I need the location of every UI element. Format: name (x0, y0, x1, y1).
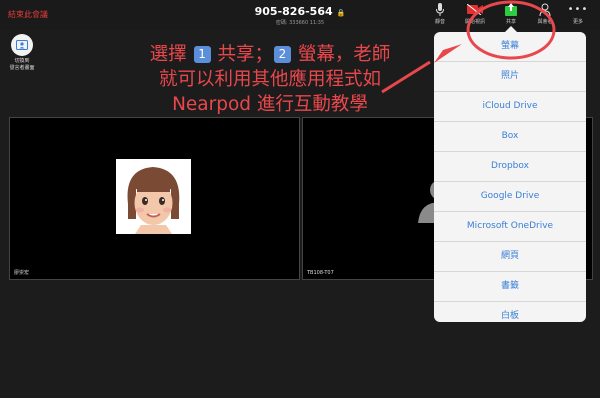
share-menu-item-webpage[interactable]: 網頁 (434, 242, 586, 272)
share-menu-item-onedrive[interactable]: Microsoft OneDrive (434, 212, 586, 242)
more-label: 更多 (572, 19, 583, 25)
memoji-avatar-icon (116, 159, 191, 234)
annotation-line-1: 選擇 1 共享； 2 螢幕，老師 (120, 42, 420, 67)
participants-icon (532, 3, 558, 17)
video-icon (462, 3, 488, 17)
share-menu-item-google-drive[interactable]: Google Drive (434, 182, 586, 212)
annotation-text-1a: 選擇 (149, 44, 187, 65)
switch-view-label-2: 發言者畫面 (9, 65, 35, 71)
annotation-text-1b: 共享； (217, 44, 273, 65)
more-button[interactable]: ••• 更多 (565, 3, 591, 25)
share-menu-item-whiteboard[interactable]: 白板 (434, 302, 586, 322)
lock-icon: 🔒 (336, 9, 346, 17)
start-video-button[interactable]: 開始視訊 (462, 3, 488, 25)
switch-view-label-1: 切換到 (14, 58, 30, 64)
tutorial-annotation: 選擇 1 共享； 2 螢幕，老師 就可以利用其他應用程式如 Nearpod 進行互… (120, 42, 420, 117)
speaker-view-icon (11, 34, 33, 56)
participant-name: TB108-T07 (307, 270, 334, 276)
share-menu-item-dropbox[interactable]: Dropbox (434, 152, 586, 182)
video-tile-local[interactable]: 廖崇宏 (9, 117, 300, 280)
step-2-badge: 2 (273, 46, 291, 63)
start-video-label: 開始視訊 (464, 19, 485, 25)
meeting-id-text: 905-826-564 (254, 5, 333, 18)
participants-button[interactable]: 與會者 (532, 3, 558, 25)
annotation-text-1c: 螢幕，老師 (297, 44, 391, 65)
microphone-icon (427, 3, 453, 17)
share-menu-item-bookmark[interactable]: 書籤 (434, 272, 586, 302)
avatar (116, 159, 191, 234)
share-button[interactable]: 共享 (498, 3, 524, 25)
participants-label: 與會者 (537, 19, 553, 25)
share-menu-item-box[interactable]: Box (434, 122, 586, 152)
annotation-line-3: Nearpod 進行互動教學 (172, 94, 368, 115)
participant-name: 廖崇宏 (14, 270, 30, 276)
share-label: 共享 (505, 19, 516, 25)
step-1-badge: 1 (193, 46, 211, 63)
share-icon (498, 3, 524, 17)
switch-to-speaker-view-button[interactable]: 切換到 發言者畫面 (7, 34, 37, 72)
share-menu-item-photos[interactable]: 照片 (434, 62, 586, 92)
share-menu-item-icloud-drive[interactable]: iCloud Drive (434, 92, 586, 122)
mute-label: 靜音 (434, 19, 445, 25)
share-menu: 螢幕 照片 iCloud Drive Box Dropbox Google Dr… (434, 32, 586, 322)
annotation-line-2: 就可以利用其他應用程式如 (158, 69, 381, 90)
mute-button[interactable]: 靜音 (427, 3, 453, 25)
share-menu-item-screen[interactable]: 螢幕 (434, 32, 586, 62)
more-icon: ••• (567, 4, 589, 15)
